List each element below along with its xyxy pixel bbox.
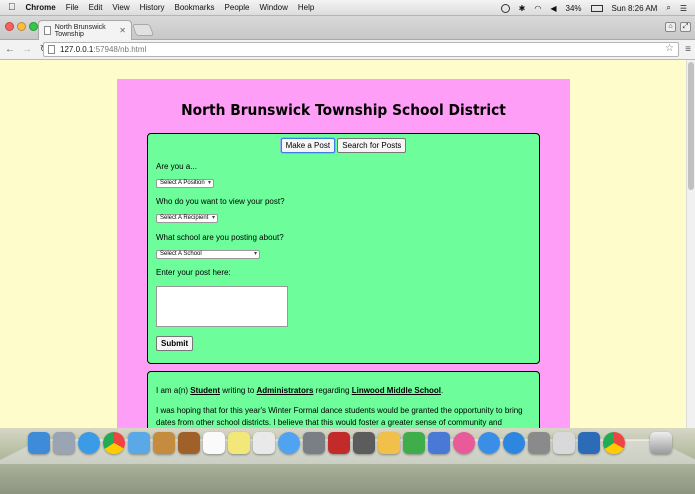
browser-toolbar: ← → ↻ 127.0.0.1 :57948/nb.html ☆ ≡ bbox=[0, 40, 695, 60]
post-end: . bbox=[441, 386, 444, 395]
minimize-window-button[interactable] bbox=[17, 22, 26, 31]
contacts-icon[interactable] bbox=[153, 432, 175, 454]
menu-view[interactable]: View bbox=[112, 3, 129, 12]
itunes-icon[interactable] bbox=[453, 432, 475, 454]
calculator-icon[interactable] bbox=[553, 432, 575, 454]
post-mid: writing to bbox=[222, 386, 255, 395]
menu-bar:  Chrome File Edit View History Bookmark… bbox=[0, 0, 695, 16]
fullscreen-button[interactable]: ⤢ bbox=[680, 22, 691, 32]
page-viewport: North Brunswick Township School District… bbox=[0, 60, 695, 428]
select-arrow-icon: ▾ bbox=[211, 215, 215, 221]
new-tab-button[interactable] bbox=[131, 24, 155, 36]
post-mid2: regarding bbox=[315, 386, 350, 395]
launchpad-icon[interactable] bbox=[53, 432, 75, 454]
select-arrow-icon: ▾ bbox=[253, 251, 257, 257]
chrome-canary-icon[interactable] bbox=[603, 432, 625, 454]
battery-percent[interactable]: 34% bbox=[566, 4, 582, 13]
chrome-menu-icon[interactable]: ≡ bbox=[685, 44, 691, 55]
finder-icon[interactable] bbox=[28, 432, 50, 454]
tab-title: North Brunswick Township bbox=[54, 23, 106, 38]
search-posts-button[interactable]: Search for Posts bbox=[337, 138, 407, 153]
trash-icon[interactable] bbox=[650, 432, 672, 454]
numbers-icon[interactable] bbox=[403, 432, 425, 454]
post-card: I am a(n) Student writing to Administrat… bbox=[147, 371, 540, 428]
back-arrow-icon[interactable]: ← bbox=[3, 44, 17, 55]
notes-book-icon[interactable] bbox=[178, 432, 200, 454]
mail-icon[interactable] bbox=[128, 432, 150, 454]
dock bbox=[0, 428, 695, 494]
url-path: :57948/nb.html bbox=[93, 45, 147, 54]
volume-icon[interactable]: ◀ bbox=[550, 4, 556, 13]
virtualbox-icon[interactable] bbox=[578, 432, 600, 454]
keynote-icon[interactable] bbox=[428, 432, 450, 454]
recipient-select[interactable]: Select A Recipient ▾ bbox=[156, 214, 218, 223]
forward-arrow-icon[interactable]: → bbox=[20, 44, 34, 55]
wifi-icon[interactable]: ◠ bbox=[534, 4, 541, 13]
system-preferences-icon[interactable] bbox=[528, 432, 550, 454]
url-host: 127.0.0.1 bbox=[60, 45, 94, 54]
school-select-value: Select A School bbox=[160, 251, 202, 257]
close-window-button[interactable] bbox=[5, 22, 14, 31]
menu-help[interactable]: Help bbox=[298, 3, 314, 12]
menubar-clock[interactable]: Sun 8:26 AM bbox=[612, 4, 658, 13]
chrome-icon[interactable] bbox=[103, 432, 125, 454]
notification-center-icon[interactable]: ☰ bbox=[680, 4, 687, 13]
tab-close-icon[interactable]: ✕ bbox=[119, 26, 126, 35]
browser-tab[interactable]: North Brunswick Township ✕ bbox=[38, 20, 132, 40]
make-post-button[interactable]: Make a Post bbox=[280, 138, 336, 153]
menu-bookmarks[interactable]: Bookmarks bbox=[175, 3, 215, 12]
stickies-icon[interactable] bbox=[228, 432, 250, 454]
page-icon bbox=[48, 45, 55, 54]
post-role: Student bbox=[190, 386, 221, 395]
post-form-panel: Make a Post Search for Posts Are you a..… bbox=[147, 133, 540, 364]
bookmark-star-icon[interactable]: ☆ bbox=[665, 43, 674, 54]
ibooks-icon[interactable] bbox=[478, 432, 500, 454]
menu-history[interactable]: History bbox=[140, 3, 165, 12]
post-text-label: Enter your post here: bbox=[156, 268, 231, 277]
reminders-icon[interactable] bbox=[253, 432, 275, 454]
photo-booth-icon[interactable] bbox=[328, 432, 350, 454]
spotlight-search-icon[interactable]: ⌕ bbox=[666, 3, 670, 13]
menu-app-name[interactable]: Chrome bbox=[26, 3, 56, 12]
post-textarea[interactable] bbox=[156, 286, 288, 327]
app-store-icon[interactable] bbox=[503, 432, 525, 454]
post-recipient: Administrators bbox=[256, 386, 314, 395]
iphoto-icon[interactable] bbox=[353, 432, 375, 454]
post-school: Linwood Middle School bbox=[351, 386, 442, 395]
browser-tab-strip: North Brunswick Township ✕ ⌂ ⤢ bbox=[0, 16, 695, 40]
profile-icon[interactable]: ⌂ bbox=[665, 22, 676, 32]
time-machine-icon[interactable] bbox=[500, 3, 510, 13]
facetime-icon[interactable] bbox=[303, 432, 325, 454]
menu-file[interactable]: File bbox=[66, 3, 79, 12]
scrollbar-thumb[interactable] bbox=[688, 62, 694, 190]
menu-people[interactable]: People bbox=[225, 3, 250, 12]
page-scrollbar[interactable] bbox=[686, 60, 695, 428]
submit-button[interactable]: Submit bbox=[156, 336, 194, 351]
zoom-window-button[interactable] bbox=[29, 22, 38, 31]
menu-window[interactable]: Window bbox=[259, 3, 287, 12]
menu-edit[interactable]: Edit bbox=[89, 3, 103, 12]
position-select-value: Select A Position bbox=[160, 180, 205, 186]
recipient-question: Who do you want to view your post? bbox=[156, 197, 285, 206]
school-select[interactable]: Select A School ▾ bbox=[156, 250, 260, 259]
safari-icon[interactable] bbox=[78, 432, 100, 454]
page-favicon-icon bbox=[44, 26, 51, 35]
page-title: North Brunswick Township School District bbox=[181, 101, 506, 119]
messages-icon[interactable] bbox=[278, 432, 300, 454]
apple-icon[interactable]:  bbox=[8, 2, 16, 13]
battery-icon[interactable] bbox=[590, 4, 603, 12]
position-question: Are you a... bbox=[156, 162, 197, 171]
select-arrow-icon: ▾ bbox=[207, 180, 211, 186]
bluetooth-icon[interactable]: ✱ bbox=[519, 4, 526, 13]
recipient-select-value: Select A Recipient bbox=[160, 215, 209, 221]
post-header: I am a(n) Student writing to Administrat… bbox=[156, 386, 443, 395]
position-select[interactable]: Select A Position ▾ bbox=[156, 179, 214, 188]
post-prefix: I am a(n) bbox=[156, 386, 189, 395]
page-container: North Brunswick Township School District… bbox=[117, 79, 570, 428]
school-question: What school are you posting about? bbox=[156, 233, 284, 242]
pages-icon[interactable] bbox=[378, 432, 400, 454]
address-bar[interactable]: 127.0.0.1 :57948/nb.html ☆ bbox=[43, 42, 679, 57]
post-body: I was hoping that for this year's Winter… bbox=[156, 406, 523, 427]
calendar-icon[interactable] bbox=[203, 432, 225, 454]
